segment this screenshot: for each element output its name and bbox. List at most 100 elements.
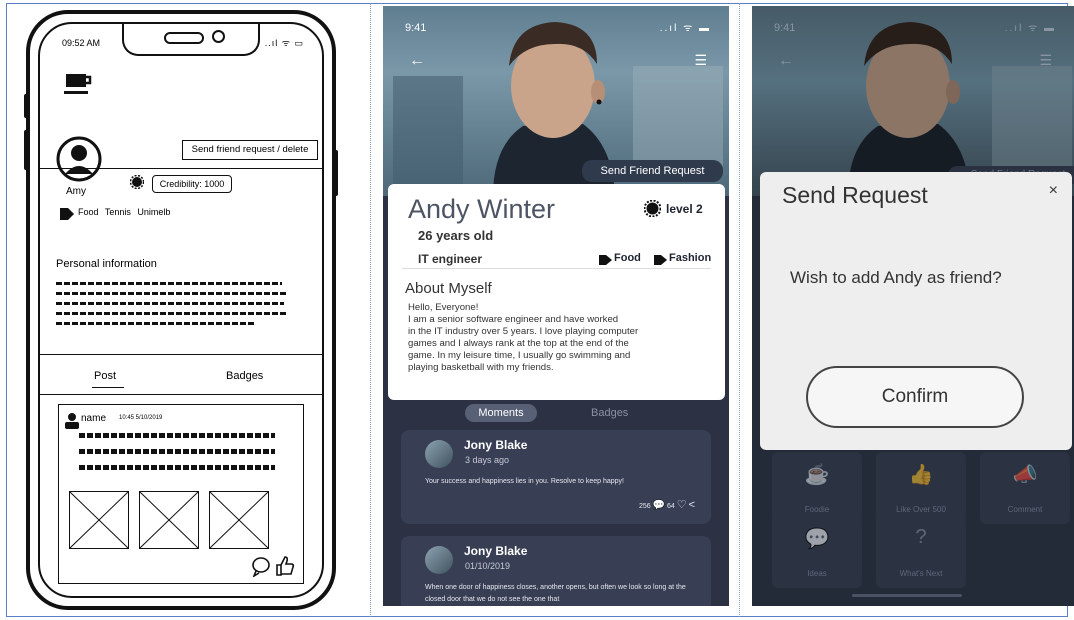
close-icon[interactable]: × xyxy=(1049,182,1058,200)
speaker xyxy=(164,32,204,44)
tag-icon xyxy=(599,255,612,265)
divider-1 xyxy=(370,3,371,617)
moment-author: Jony Blake xyxy=(464,544,528,558)
dialog-title: Send Request xyxy=(782,182,928,208)
tag-icon xyxy=(654,255,667,265)
profile-card: Andy Winter level 2 26 years old IT engi… xyxy=(388,184,725,400)
about-text: Hello, Everyone! I am a senior software … xyxy=(408,302,639,373)
send-request-dialog: Send Request × Wish to add Andy as frien… xyxy=(760,172,1072,450)
comment-icon[interactable]: 💬 xyxy=(653,500,665,511)
scribble-line xyxy=(56,322,256,325)
user-icon xyxy=(65,413,79,429)
level-label: level 2 xyxy=(666,202,703,216)
level-badge-icon xyxy=(644,200,661,217)
badge-tile-foodie[interactable]: ☕ Foodie xyxy=(772,452,862,524)
camera xyxy=(212,30,225,43)
user-name: Amy xyxy=(66,186,86,197)
post-user-name: name xyxy=(81,413,107,424)
coffee-cup-icon[interactable] xyxy=(62,70,94,98)
confirm-button[interactable]: Confirm xyxy=(806,366,1024,428)
image-placeholder-icon xyxy=(209,491,269,549)
about-title: About Myself xyxy=(405,280,492,297)
tab-moments[interactable]: Moments xyxy=(465,404,537,422)
image-placeholder-icon xyxy=(139,491,199,549)
moment-card[interactable]: Jony Blake 3 days ago Your success and h… xyxy=(401,430,711,524)
question-mark-icon: ? xyxy=(915,526,927,548)
tag-food: Food xyxy=(614,252,641,264)
scribble-line xyxy=(56,292,286,295)
badge-tile-like-over-500[interactable]: 👍 Like Over 500 xyxy=(876,452,966,524)
profile-name: Andy Winter xyxy=(408,194,556,224)
badge-label: Like Over 500 xyxy=(896,505,946,514)
phone-volume-up xyxy=(24,130,28,170)
badge-label: Ideas xyxy=(807,569,827,578)
share-icon[interactable]: < xyxy=(689,499,695,511)
moment-text: Your success and happiness lies in you. … xyxy=(425,478,624,485)
profile-screen: 9:41 ..ıl ᯤ ▬ ← ☰ Send Friend Request An… xyxy=(383,6,729,606)
home-indicator xyxy=(852,594,962,597)
status-time: 9:41 xyxy=(405,22,427,34)
scribble-line xyxy=(56,302,284,305)
heart-icon[interactable]: ♡ xyxy=(677,499,687,511)
separator xyxy=(40,354,322,355)
back-arrow-icon[interactable]: ← xyxy=(778,52,794,70)
megaphone-icon: 📣 xyxy=(1012,464,1038,486)
separator xyxy=(40,168,322,169)
badge-tile-comment[interactable]: 📣 Comment xyxy=(980,452,1070,524)
scribble-line xyxy=(79,465,275,470)
badge-label: Foodie xyxy=(804,505,830,514)
tab-post[interactable]: Post xyxy=(94,370,116,382)
credibility-badge-icon xyxy=(130,175,144,189)
moment-card[interactable]: Jony Blake 01/10/2019 When one door of h… xyxy=(401,536,711,606)
scribble-line xyxy=(79,449,275,454)
coffee-cup-icon: ☕ xyxy=(804,464,830,486)
filter-icon[interactable]: ☰ xyxy=(694,52,707,69)
scribble-line xyxy=(56,282,282,285)
moment-stats: 256 💬 64 ♡ < xyxy=(639,498,695,511)
scribble-line xyxy=(56,312,288,315)
divider-2 xyxy=(739,3,740,617)
status-time: 09:52 AM xyxy=(62,38,101,48)
separator xyxy=(402,268,711,269)
chat-bubble-icon: 💬 xyxy=(804,528,830,550)
phone-power-button xyxy=(334,150,338,196)
badge-tile-whats-next[interactable]: ? What's Next xyxy=(876,516,966,588)
moment-date: 3 days ago xyxy=(465,455,510,465)
avatar xyxy=(425,546,453,574)
status-icons: ..ıl ᯤ ▬ xyxy=(1004,23,1056,34)
job-label: IT engineer xyxy=(418,252,483,266)
phone-notch xyxy=(122,24,260,56)
send-request-screen: 9:41 ..ıl ᯤ ▬ ← ☰ Send Friend Request ☕ … xyxy=(752,6,1074,606)
status-icons: ..ıl ᯤ ▬ xyxy=(659,23,711,34)
avatar-icon xyxy=(56,136,102,182)
moment-date: 01/10/2019 xyxy=(465,561,511,571)
moment-text: When one door of happiness closes, anoth… xyxy=(425,584,686,603)
comment-like-icons[interactable] xyxy=(251,555,295,577)
profile-photo: 9:41 ..ıl ᯤ ▬ ← ☰ Send Friend Request xyxy=(383,6,729,196)
post-time: 10:45 5/10/2019 xyxy=(119,415,163,421)
send-friend-request-button[interactable]: Send Friend Request xyxy=(582,160,723,182)
status-time: 9:41 xyxy=(774,22,796,34)
tab-underline xyxy=(92,387,124,388)
wireframe-screen: 09:52 AM ..ıl ᯤ ▭ Send friend request / … xyxy=(38,22,324,598)
image-placeholder-icon xyxy=(69,491,129,549)
age-label: 26 years old xyxy=(418,228,494,243)
moment-author: Jony Blake xyxy=(464,438,528,452)
credibility-box: Credibility: 1000 xyxy=(152,175,232,193)
badge-label: What's Next xyxy=(899,569,943,578)
badge-tile-ideas[interactable]: 💬 Ideas xyxy=(772,516,862,588)
personal-info-title: Personal information xyxy=(56,258,157,270)
tab-badges[interactable]: Badges xyxy=(226,370,263,382)
avatar xyxy=(425,440,453,468)
tab-badges[interactable]: Badges xyxy=(591,404,628,422)
tag-fashion: Fashion xyxy=(669,252,712,264)
filter-icon[interactable]: ☰ xyxy=(1039,52,1052,69)
badge-label: Comment xyxy=(1007,505,1043,514)
comment-count: 256 xyxy=(638,503,651,510)
back-arrow-icon[interactable]: ← xyxy=(409,52,425,70)
send-friend-request-button[interactable]: Send friend request / delete xyxy=(182,140,318,160)
wireframe-phone: 09:52 AM ..ıl ᯤ ▭ Send friend request / … xyxy=(24,10,338,610)
interest-tags: Food Tennis Unimelb xyxy=(78,207,171,217)
status-icons: ..ıl ᯤ ▭ xyxy=(264,38,304,48)
separator xyxy=(40,394,322,395)
